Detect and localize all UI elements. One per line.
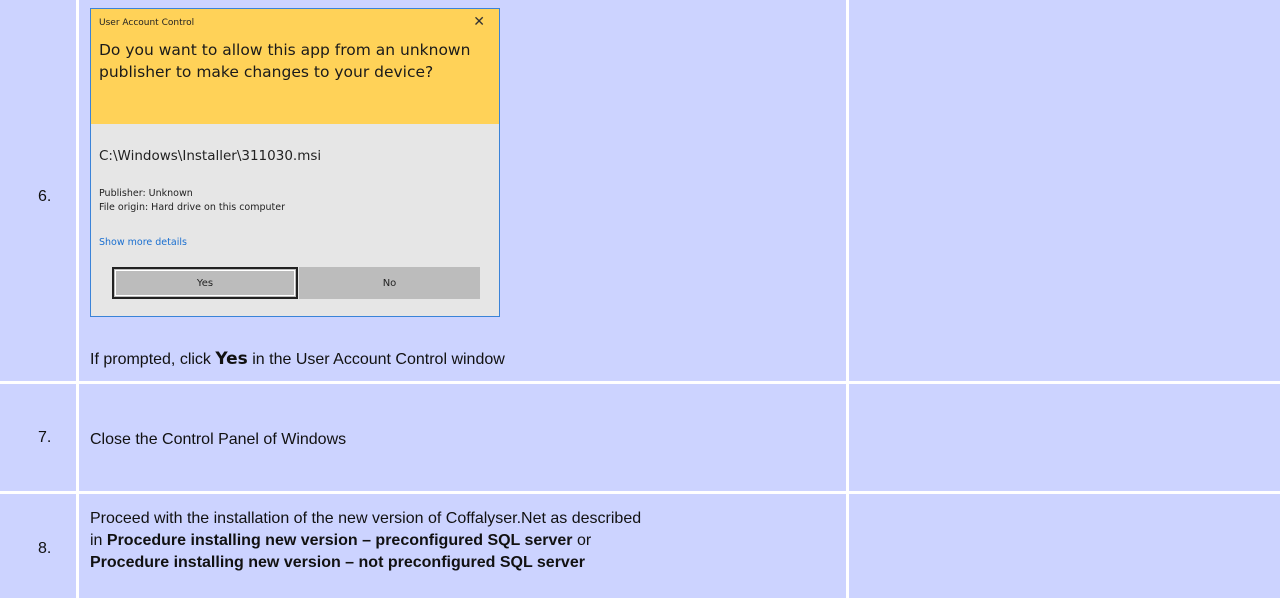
step-row-7: 7. Close the Control Panel of Windows: [0, 384, 1280, 491]
instruction-text: in: [90, 532, 107, 549]
step-instruction: Close the Control Panel of Windows: [90, 431, 347, 448]
step-row-8: 8. Proceed with the installation of the …: [0, 494, 1280, 598]
step-number: 7.: [38, 429, 52, 446]
step-row-6: 6. User Account Control ✕ Do you want to…: [0, 0, 1280, 381]
yes-button[interactable]: Yes: [112, 267, 298, 299]
step-number: 8.: [38, 540, 52, 557]
uac-file-origin: File origin: Hard drive on this computer: [99, 202, 286, 213]
notes-cell: [849, 384, 1280, 491]
uac-publisher: Publisher: Unknown: [99, 188, 193, 199]
step-instruction: If prompted, click Yes in the User Accou…: [90, 348, 505, 371]
uac-program-path: C:\Windows\Installer\311030.msi: [99, 148, 322, 164]
no-button[interactable]: No: [299, 267, 480, 299]
step-number-cell: 8.: [0, 494, 76, 598]
instruction-bold: Yes: [215, 349, 248, 369]
show-more-details-link[interactable]: Show more details: [99, 237, 187, 248]
step-content-cell: Close the Control Panel of Windows: [79, 384, 846, 491]
uac-title: User Account Control: [99, 18, 195, 28]
procedure-reference: Procedure installing new version – preco…: [106, 532, 573, 549]
uac-publisher-info: Publisher: Unknown File origin: Hard dri…: [99, 187, 285, 215]
uac-header: User Account Control ✕ Do you want to al…: [91, 9, 499, 124]
close-icon[interactable]: ✕: [473, 14, 485, 30]
instruction-text: If prompted, click: [90, 351, 216, 368]
notes-cell: [849, 494, 1280, 598]
instruction-text: in the User Account Control window: [247, 351, 505, 368]
instruction-line: Procedure installing new version – not p…: [90, 552, 641, 574]
step-instruction: Proceed with the installation of the new…: [90, 508, 641, 574]
uac-dialog: User Account Control ✕ Do you want to al…: [90, 8, 500, 317]
step-content-cell: Proceed with the installation of the new…: [79, 494, 846, 598]
procedure-reference: Procedure installing new version – not p…: [90, 554, 585, 571]
instruction-line: Proceed with the installation of the new…: [90, 510, 642, 527]
notes-cell: [849, 0, 1280, 381]
step-number: 6.: [38, 188, 52, 205]
step-content-cell: User Account Control ✕ Do you want to al…: [79, 0, 846, 381]
step-number-cell: 6.: [0, 0, 76, 381]
instruction-text: or: [572, 532, 592, 549]
instruction-line: in Procedure installing new version – pr…: [90, 530, 641, 552]
step-number-cell: 7.: [0, 384, 76, 491]
uac-question: Do you want to allow this app from an un…: [99, 41, 471, 81]
